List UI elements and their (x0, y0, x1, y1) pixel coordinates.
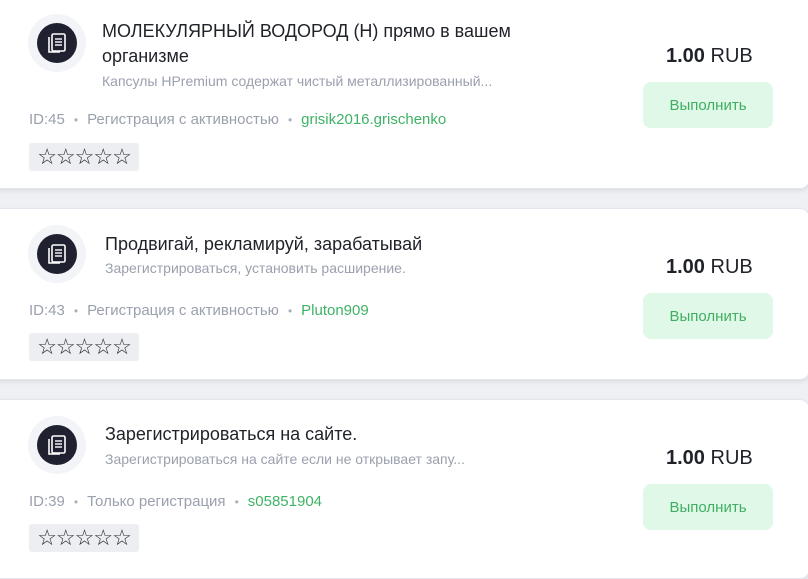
task-description: Зарегистрироваться на сайте если не откр… (105, 451, 465, 467)
meta-separator: • (73, 494, 79, 509)
execute-button[interactable]: Выполнить (643, 293, 773, 339)
meta-separator: • (73, 112, 79, 127)
price-amount: 1.00 (666, 447, 705, 469)
price-amount: 1.00 (666, 256, 705, 278)
meta-separator: • (287, 112, 293, 127)
task-id: ID:39 (29, 493, 65, 510)
rating-stars[interactable]: ☆☆☆☆☆ (29, 143, 139, 171)
task-document-icon (37, 425, 77, 465)
price-amount: 1.00 (666, 45, 705, 67)
meta-separator: • (73, 303, 79, 318)
task-id: ID:45 (29, 111, 65, 128)
task-author-link[interactable]: s05851904 (248, 493, 322, 510)
task-meta: ID:43 • Регистрация с активностью • Plut… (29, 302, 369, 319)
task-document-icon (37, 23, 77, 63)
rating-stars[interactable]: ☆☆☆☆☆ (29, 524, 139, 552)
rating-stars[interactable]: ☆☆☆☆☆ (29, 333, 139, 361)
task-card[interactable]: МОЛЕКУЛЯРНЫЙ ВОДОРОД (Н) прямо в вашем о… (0, 0, 808, 189)
task-price: 1.00 RUB (666, 45, 753, 68)
task-icon-badge (28, 416, 86, 474)
task-type: Регистрация с активностью (87, 302, 279, 319)
task-icon-badge (28, 14, 86, 72)
execute-button[interactable]: Выполнить (643, 484, 773, 530)
price-currency: RUB (710, 447, 753, 469)
task-author-link[interactable]: Pluton909 (301, 302, 369, 319)
task-meta: ID:45 • Регистрация с активностью • gris… (29, 111, 446, 128)
execute-button[interactable]: Выполнить (643, 82, 773, 128)
meta-separator: • (287, 303, 293, 318)
price-currency: RUB (710, 45, 753, 67)
meta-separator: • (234, 494, 239, 509)
task-id: ID:43 (29, 302, 65, 319)
task-icon-badge (28, 225, 86, 283)
task-price: 1.00 RUB (666, 447, 753, 470)
task-document-icon (37, 234, 77, 274)
task-title[interactable]: Зарегистрироваться на сайте. (105, 422, 535, 447)
task-card[interactable]: Зарегистрироваться на сайте. Зарегистрир… (0, 399, 808, 579)
task-description: Капсулы HPremium содержат чистый металли… (102, 73, 493, 89)
task-meta: ID:39 • Только регистрация • s05851904 (29, 493, 322, 510)
task-author-link[interactable]: grisik2016.grischenko (301, 111, 446, 128)
task-price: 1.00 RUB (666, 256, 753, 279)
task-type: Только регистрация (87, 493, 226, 510)
price-currency: RUB (710, 256, 753, 278)
task-title[interactable]: Продвигай, рекламируй, зарабатывай (105, 232, 535, 257)
task-title[interactable]: МОЛЕКУЛЯРНЫЙ ВОДОРОД (Н) прямо в вашем о… (102, 19, 532, 69)
task-description: Зарегистрироваться, установить расширени… (105, 260, 406, 276)
task-card[interactable]: Продвигай, рекламируй, зарабатывай Зарег… (0, 208, 808, 380)
task-type: Регистрация с активностью (87, 111, 279, 128)
